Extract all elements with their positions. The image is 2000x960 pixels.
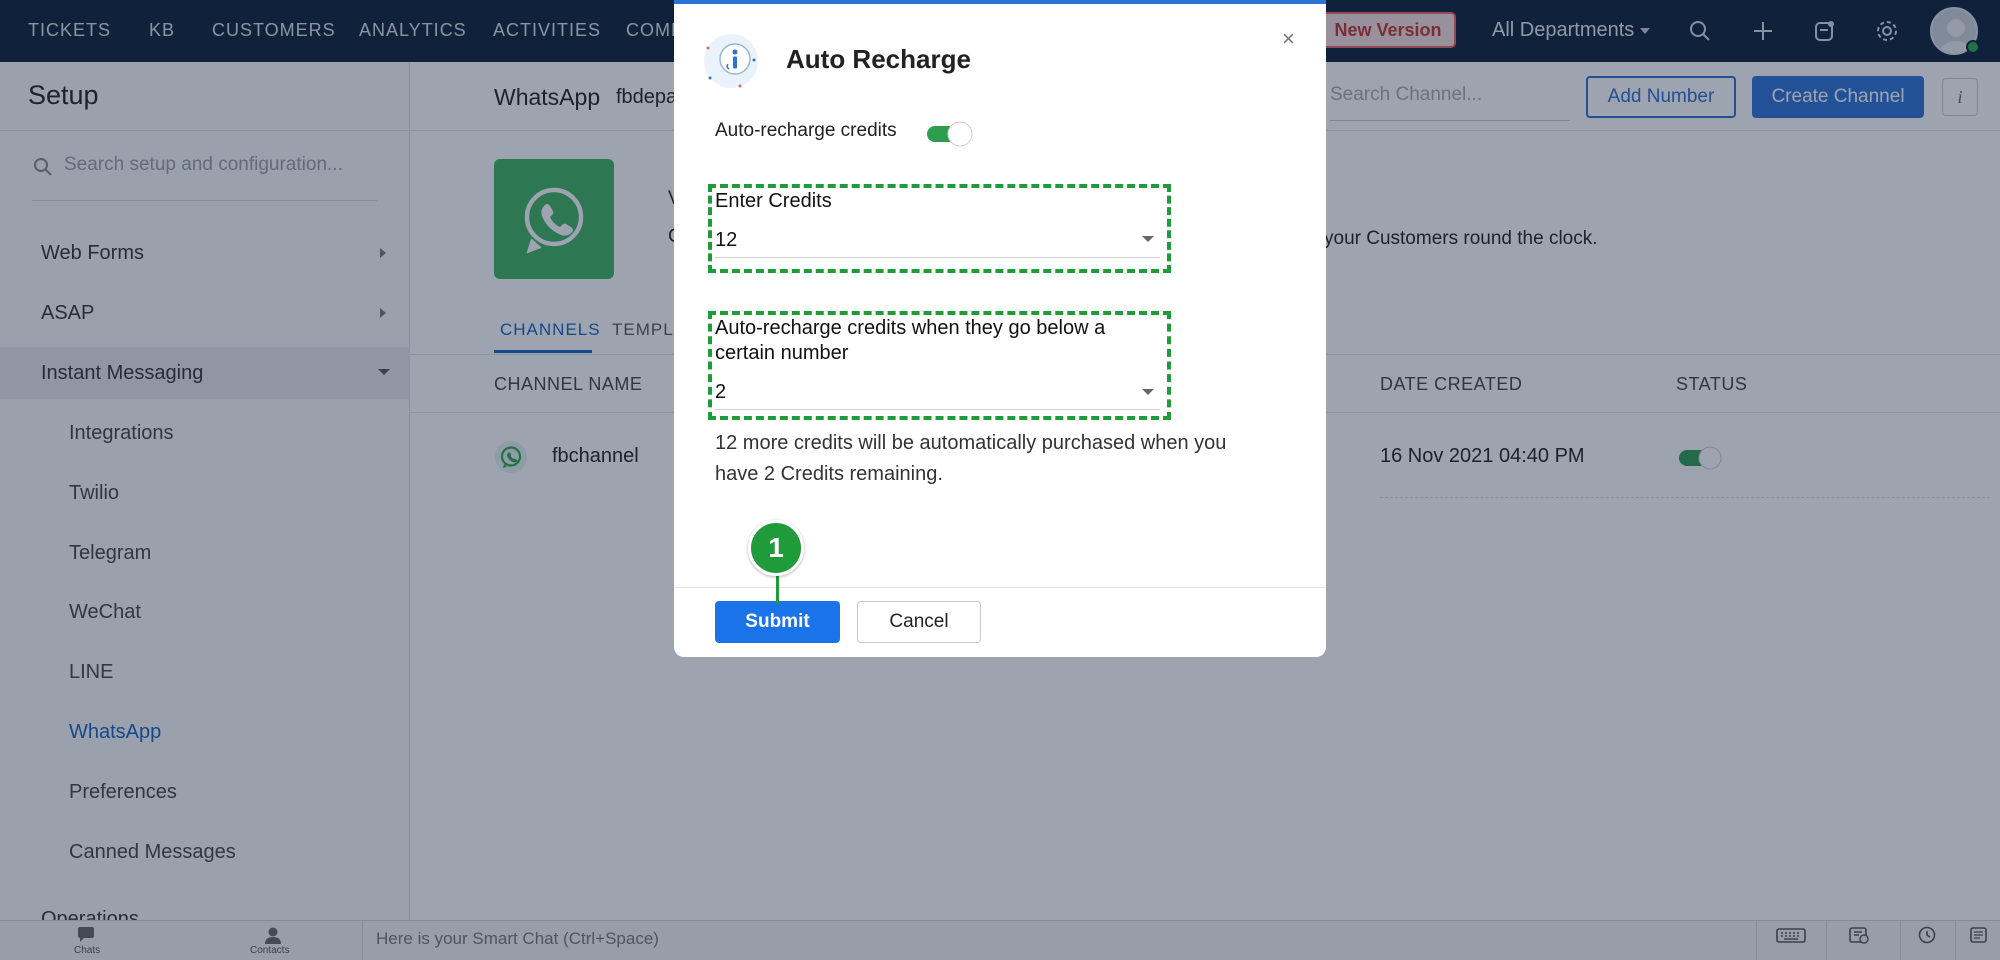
threshold-field-label: Auto-recharge credits when they go below… — [715, 317, 1106, 364]
recharge-summary-text: 12 more credits will be automatically pu… — [715, 432, 1227, 485]
step-marker-badge: 1 — [748, 520, 804, 576]
close-icon[interactable]: × — [1282, 26, 1295, 52]
dialog-title: Auto Recharge — [786, 44, 971, 74]
credits-select[interactable]: 12 — [715, 229, 737, 252]
info-illustration-icon — [700, 30, 762, 92]
divider — [674, 587, 1326, 588]
submit-button[interactable]: Submit — [715, 601, 840, 643]
chevron-down-icon[interactable] — [1142, 389, 1154, 395]
chevron-down-icon[interactable] — [1142, 236, 1154, 242]
auto-recharge-toggle-label: Auto-recharge credits — [715, 120, 897, 141]
threshold-select[interactable]: 2 — [715, 381, 726, 404]
credits-field-label: Enter Credits — [715, 190, 832, 212]
cancel-button[interactable]: Cancel — [857, 601, 981, 643]
auto-recharge-toggle[interactable] — [925, 119, 975, 149]
divider — [715, 257, 1160, 258]
divider — [715, 409, 1160, 410]
